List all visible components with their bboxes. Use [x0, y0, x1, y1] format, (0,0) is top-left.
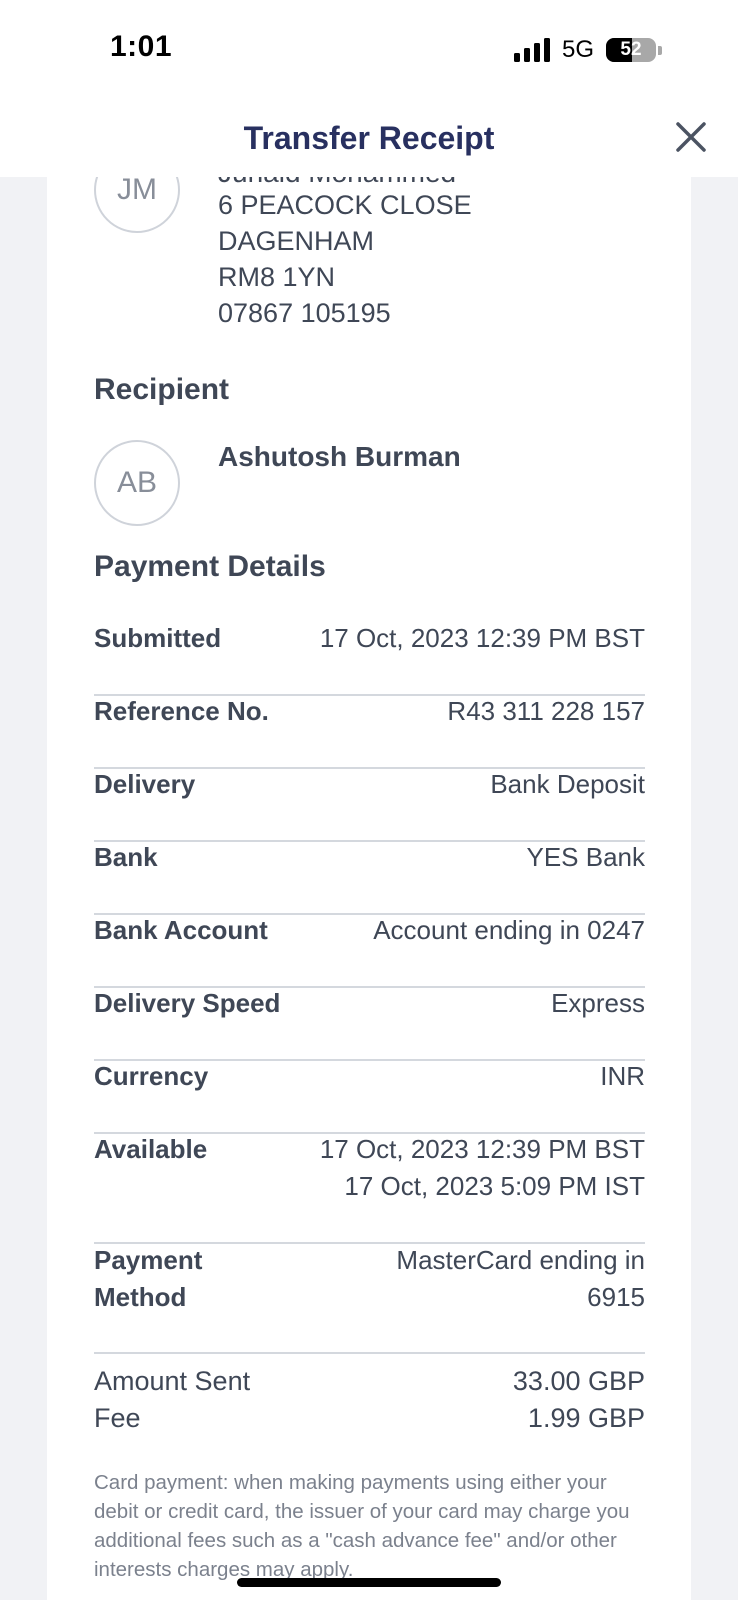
detail-row-reference: Reference No. R43 311 228 157 [94, 693, 645, 769]
detail-row-bank: Bank YES Bank [94, 839, 645, 915]
sender-initials: JM [117, 177, 157, 206]
payment-details-title: Payment Details [94, 550, 326, 583]
detail-value: YES Bank [526, 842, 645, 872]
detail-value: Bank Deposit [490, 769, 645, 799]
sender-name: Junaid Mohammed [218, 177, 456, 189]
detail-label: Bank [94, 842, 158, 872]
fee-value: 1.99 GBP [527, 1403, 645, 1433]
sender-avatar: JM [94, 177, 180, 233]
recipient-name: Ashutosh Burman [218, 441, 461, 472]
detail-row-currency: Currency INR [94, 1058, 645, 1134]
detail-label: Delivery [94, 769, 196, 799]
detail-label: Reference No. [94, 696, 269, 726]
battery-icon: 52 [606, 38, 656, 62]
amount-value: 33.00 GBP [512, 1366, 645, 1396]
detail-row-bank-account: Bank Account Account ending in 0247 [94, 912, 645, 988]
detail-value: 17 Oct, 2023 12:39 PM BST 17 Oct, 2023 5… [320, 1131, 645, 1242]
amount-sent-row: Amount Sent 33.00 GBP [94, 1366, 645, 1397]
amount-label: Amount Sent [94, 1366, 251, 1396]
detail-row-submitted: Submitted 17 Oct, 2023 12:39 PM BST [94, 620, 645, 696]
detail-value: INR [600, 1061, 645, 1091]
battery-level: 52 [620, 39, 642, 60]
recipient-initials: AB [116, 466, 158, 499]
detail-label: Bank Account [94, 915, 268, 945]
status-time: 1:01 [110, 30, 173, 63]
card-payment-note: Card payment: when making payments using… [94, 1471, 630, 1581]
page-title: Transfer Receipt [243, 120, 495, 156]
detail-value: Express [551, 988, 645, 1018]
receipt-card: JM Junaid Mohammed 6 PEACOCK CLOSE DAGEN… [47, 177, 691, 1600]
fee-row: Fee 1.99 GBP [94, 1403, 645, 1434]
detail-value: MasterCard ending in 6915 [396, 1242, 645, 1352]
detail-label: Submitted [94, 623, 222, 653]
available-time-bst: 17 Oct, 2023 12:39 PM BST [319, 1134, 645, 1164]
payment-card: MasterCard ending in [396, 1245, 645, 1275]
detail-value: 17 Oct, 2023 12:39 PM BST [319, 623, 645, 653]
payment-card-last4: 6915 [587, 1282, 645, 1312]
detail-label: Available [94, 1134, 208, 1164]
sender-phone: 07867 105195 [218, 298, 391, 328]
close-icon [676, 122, 706, 152]
detail-row-delivery: Delivery Bank Deposit [94, 766, 645, 842]
sender-address-line: 6 PEACOCK CLOSE [218, 190, 472, 220]
fee-label: Fee [94, 1403, 141, 1433]
recipient-section-title: Recipient [94, 373, 230, 406]
status-icons: 5G 52 [513, 36, 662, 64]
detail-label: Payment Method [94, 1245, 203, 1312]
home-indicator[interactable] [237, 1578, 501, 1587]
sender-address-line: DAGENHAM [218, 226, 375, 256]
header: Transfer Receipt [0, 100, 738, 177]
detail-row-available: Available 17 Oct, 2023 12:39 PM BST 17 O… [94, 1131, 645, 1244]
detail-value: Account ending in 0247 [373, 915, 645, 945]
detail-value: R43 311 228 157 [447, 696, 645, 726]
available-time-ist: 17 Oct, 2023 5:09 PM IST [344, 1171, 645, 1201]
detail-label: Currency [94, 1061, 209, 1091]
detail-label: Delivery Speed [94, 988, 281, 1018]
recipient-avatar: AB [94, 440, 180, 526]
sender-address-line: RM8 1YN [218, 262, 336, 292]
network-type: 5G [561, 36, 594, 63]
status-bar: 1:01 5G 52 [0, 0, 738, 100]
close-button[interactable] [672, 118, 710, 156]
cellular-signal-icon [513, 38, 550, 62]
detail-row-payment-method: Payment Method MasterCard ending in 6915 [94, 1242, 645, 1354]
detail-row-delivery-speed: Delivery Speed Express [94, 985, 645, 1061]
